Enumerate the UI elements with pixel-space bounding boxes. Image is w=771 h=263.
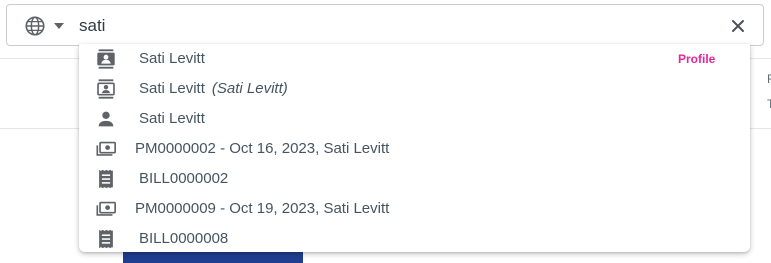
globe-icon (25, 16, 45, 36)
suggestion-item[interactable]: Sati Levitt Profile (79, 44, 750, 74)
suggestion-label: Sati Levitt (139, 110, 205, 127)
suggestion-item[interactable]: PM0000002 - Oct 16, 2023, Sati Levitt (79, 134, 750, 164)
receipt-icon (95, 168, 117, 190)
search-input[interactable] (79, 11, 699, 41)
person-icon (95, 108, 117, 130)
search-suggestions-dropdown: Sati Levitt Profile Sati Levitt (Sati Lev… (79, 44, 750, 252)
suggestion-item[interactable]: BILL0000002 (79, 164, 750, 194)
suggestion-label: Sati Levitt (Sati Levitt) (139, 80, 288, 97)
suggestion-item[interactable]: PM0000009 - Oct 19, 2023, Sati Levitt (79, 194, 750, 224)
profile-tag: Profile (678, 52, 716, 66)
payment-icon (95, 198, 117, 220)
contact-card-icon (95, 48, 117, 70)
global-search-bar (6, 4, 764, 46)
suggestion-label: BILL0000002 (139, 170, 229, 187)
receipt-icon (95, 228, 117, 250)
payment-icon (95, 138, 117, 160)
contact-badge-icon (95, 78, 117, 100)
suggestion-name: Sati Levitt (139, 80, 205, 97)
clear-search-button[interactable] (726, 14, 750, 38)
clipped-header-subtext: T (767, 97, 771, 111)
suggestion-item[interactable]: Sati Levitt (Sati Levitt) (79, 74, 750, 104)
suggestion-label: BILL0000008 (139, 230, 229, 247)
suggestion-label: PM0000002 - Oct 16, 2023, Sati Levitt (135, 140, 390, 157)
chevron-down-icon (54, 23, 64, 29)
suggestion-alias: (Sati Levitt) (211, 80, 288, 97)
suggestion-label: PM0000009 - Oct 19, 2023, Sati Levitt (135, 200, 390, 217)
clipped-header-text: F (767, 72, 771, 86)
search-scope-button[interactable] (17, 12, 71, 40)
suggestion-item[interactable]: BILL0000008 (79, 224, 750, 254)
suggestion-label: Sati Levitt (139, 50, 205, 67)
suggestion-item[interactable]: Sati Levitt (79, 104, 750, 134)
close-icon (732, 20, 744, 32)
